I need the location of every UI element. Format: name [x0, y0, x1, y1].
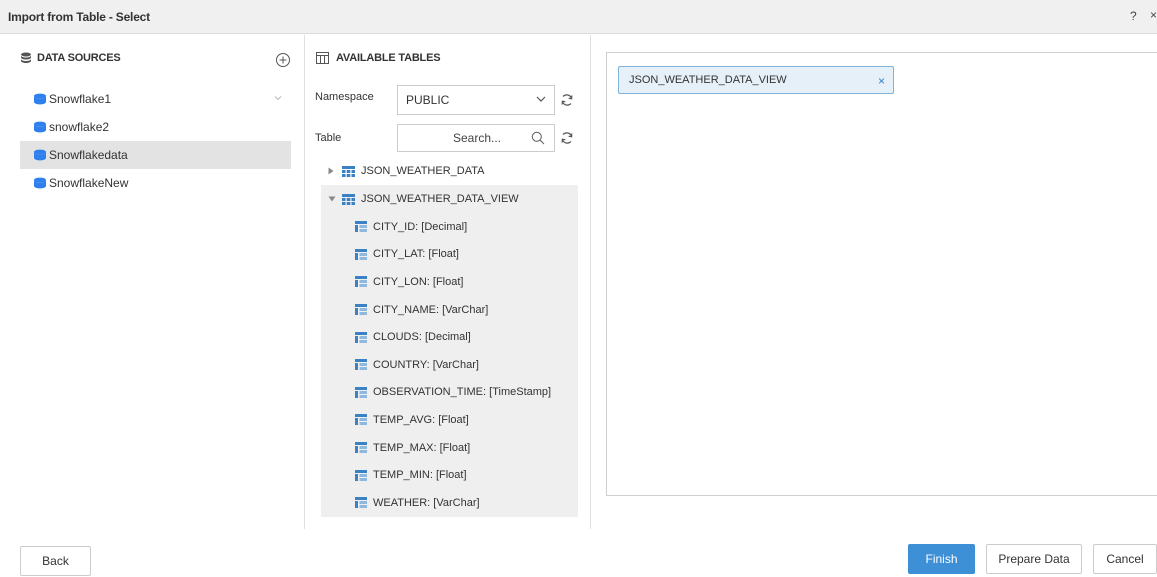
selected-tables-panel: JSON_WEATHER_DATA_VIEW × — [606, 52, 1157, 496]
column-item[interactable]: TEMP_AVG: [Float] — [321, 406, 578, 434]
data-sources-header: DATA SOURCES — [20, 52, 121, 64]
column-item[interactable]: CLOUDS: [Decimal] — [321, 323, 578, 351]
table-search-input[interactable] — [398, 125, 518, 151]
refresh-tables-button[interactable] — [560, 131, 574, 145]
column-label: CITY_NAME: [VarChar] — [373, 303, 489, 316]
collapse-toggle[interactable] — [328, 196, 338, 202]
data-source-label: Snowflake1 — [49, 92, 112, 106]
column-item[interactable]: CITY_ID: [Decimal] — [321, 213, 578, 241]
column-icon — [355, 331, 367, 343]
dialog-titlebar: Import from Table - Select ? × — [0, 0, 1157, 34]
back-button[interactable]: Back — [20, 546, 91, 576]
column-item[interactable]: CITY_NAME: [VarChar] — [321, 296, 578, 324]
close-button[interactable]: × — [1150, 8, 1157, 22]
data-source-list: Snowflake1 snowflake2 Snowflakedata Snow… — [20, 85, 291, 197]
column-label: OBSERVATION_TIME: [TimeStamp] — [373, 386, 552, 399]
data-sources-panel: DATA SOURCES Snowflake1 snowflake2 Snowf… — [0, 35, 305, 529]
column-item[interactable]: WEATHER: [VarChar] — [321, 489, 578, 517]
column-label: TEMP_AVG: [Float] — [373, 413, 469, 426]
dialog-title: Import from Table - Select — [8, 10, 150, 24]
table-tree: JSON_WEATHER_DATA JSON_WEATHER_DATA_VIEW — [321, 157, 578, 517]
cancel-button[interactable]: Cancel — [1093, 544, 1157, 574]
database-stack-icon — [21, 52, 31, 63]
refresh-namespace-button[interactable] — [560, 93, 574, 107]
column-item[interactable]: COUNTRY: [VarChar] — [321, 351, 578, 379]
selected-table-label: JSON_WEATHER_DATA_VIEW — [629, 74, 787, 86]
namespace-label: Namespace — [315, 91, 374, 103]
column-icon — [355, 469, 367, 481]
column-label: COUNTRY: [VarChar] — [373, 358, 479, 371]
column-icon — [355, 359, 367, 371]
dialog-footer: Back Finish Prepare Data Cancel — [0, 530, 1157, 577]
triangle-down-icon — [328, 196, 336, 202]
column-label: CITY_LAT: [Float] — [373, 248, 459, 261]
column-item[interactable]: TEMP_MAX: [Float] — [321, 434, 578, 462]
table-label: Table — [315, 132, 342, 144]
database-icon — [34, 149, 46, 161]
help-button[interactable]: ? — [1130, 9, 1137, 23]
column-icon — [355, 304, 367, 316]
expand-toggle[interactable] — [328, 167, 338, 175]
table-node[interactable]: JSON_WEATHER_DATA — [321, 157, 578, 185]
table-icon — [342, 193, 355, 205]
column-icon — [355, 386, 367, 398]
namespace-dropdown[interactable]: PUBLIC — [397, 85, 555, 115]
column-label: WEATHER: [VarChar] — [373, 496, 480, 509]
database-icon — [34, 93, 46, 105]
database-icon — [34, 177, 46, 189]
search-icon — [531, 131, 545, 145]
data-source-item[interactable]: snowflake2 — [20, 113, 291, 141]
chevron-down-icon — [536, 96, 546, 102]
column-label: CITY_ID: [Decimal] — [373, 220, 468, 233]
expanded-table-block: JSON_WEATHER_DATA_VIEW CITY_ID: [Decimal… — [321, 185, 578, 517]
remove-chip-button[interactable]: × — [878, 74, 885, 88]
column-label: CITY_LON: [Float] — [373, 275, 464, 288]
database-icon — [34, 121, 46, 133]
table-icon — [342, 165, 355, 177]
column-icon — [355, 221, 367, 233]
available-tables-header: AVAILABLE TABLES — [316, 52, 441, 64]
table-search-field[interactable] — [397, 124, 555, 152]
column-icon — [355, 248, 367, 260]
data-source-item[interactable]: Snowflake1 — [20, 85, 291, 113]
chevron-down-icon — [274, 96, 282, 101]
data-source-label: Snowflakedata — [49, 148, 128, 162]
column-icon — [355, 276, 367, 288]
table-grid-icon — [316, 52, 329, 64]
table-node-expanded[interactable]: JSON_WEATHER_DATA_VIEW — [321, 185, 578, 213]
column-item[interactable]: CITY_LON: [Float] — [321, 268, 578, 296]
data-source-label: SnowflakeNew — [49, 176, 129, 190]
data-source-item-selected[interactable]: Snowflakedata — [20, 141, 291, 169]
data-sources-title: DATA SOURCES — [37, 52, 121, 64]
data-source-item[interactable]: SnowflakeNew — [20, 169, 291, 197]
table-name: JSON_WEATHER_DATA — [361, 165, 485, 177]
finish-button[interactable]: Finish — [908, 544, 975, 574]
column-icon — [355, 497, 367, 509]
available-tables-panel: AVAILABLE TABLES Namespace PUBLIC Table — [306, 35, 591, 529]
triangle-right-icon — [328, 167, 334, 175]
namespace-value: PUBLIC — [406, 93, 450, 107]
column-icon — [355, 442, 367, 454]
add-source-button[interactable] — [275, 52, 291, 68]
column-label: TEMP_MAX: [Float] — [373, 441, 471, 454]
column-item[interactable]: TEMP_MIN: [Float] — [321, 461, 578, 489]
column-label: TEMP_MIN: [Float] — [373, 469, 467, 482]
column-icon — [355, 414, 367, 426]
prepare-data-button[interactable]: Prepare Data — [986, 544, 1082, 574]
column-item[interactable]: OBSERVATION_TIME: [TimeStamp] — [321, 379, 578, 407]
available-tables-title: AVAILABLE TABLES — [336, 52, 441, 64]
data-source-label: snowflake2 — [49, 120, 110, 134]
selected-table-chip[interactable]: JSON_WEATHER_DATA_VIEW × — [618, 66, 894, 94]
column-label: CLOUDS: [Decimal] — [373, 331, 471, 344]
column-item[interactable]: CITY_LAT: [Float] — [321, 241, 578, 269]
table-name: JSON_WEATHER_DATA_VIEW — [361, 193, 519, 205]
